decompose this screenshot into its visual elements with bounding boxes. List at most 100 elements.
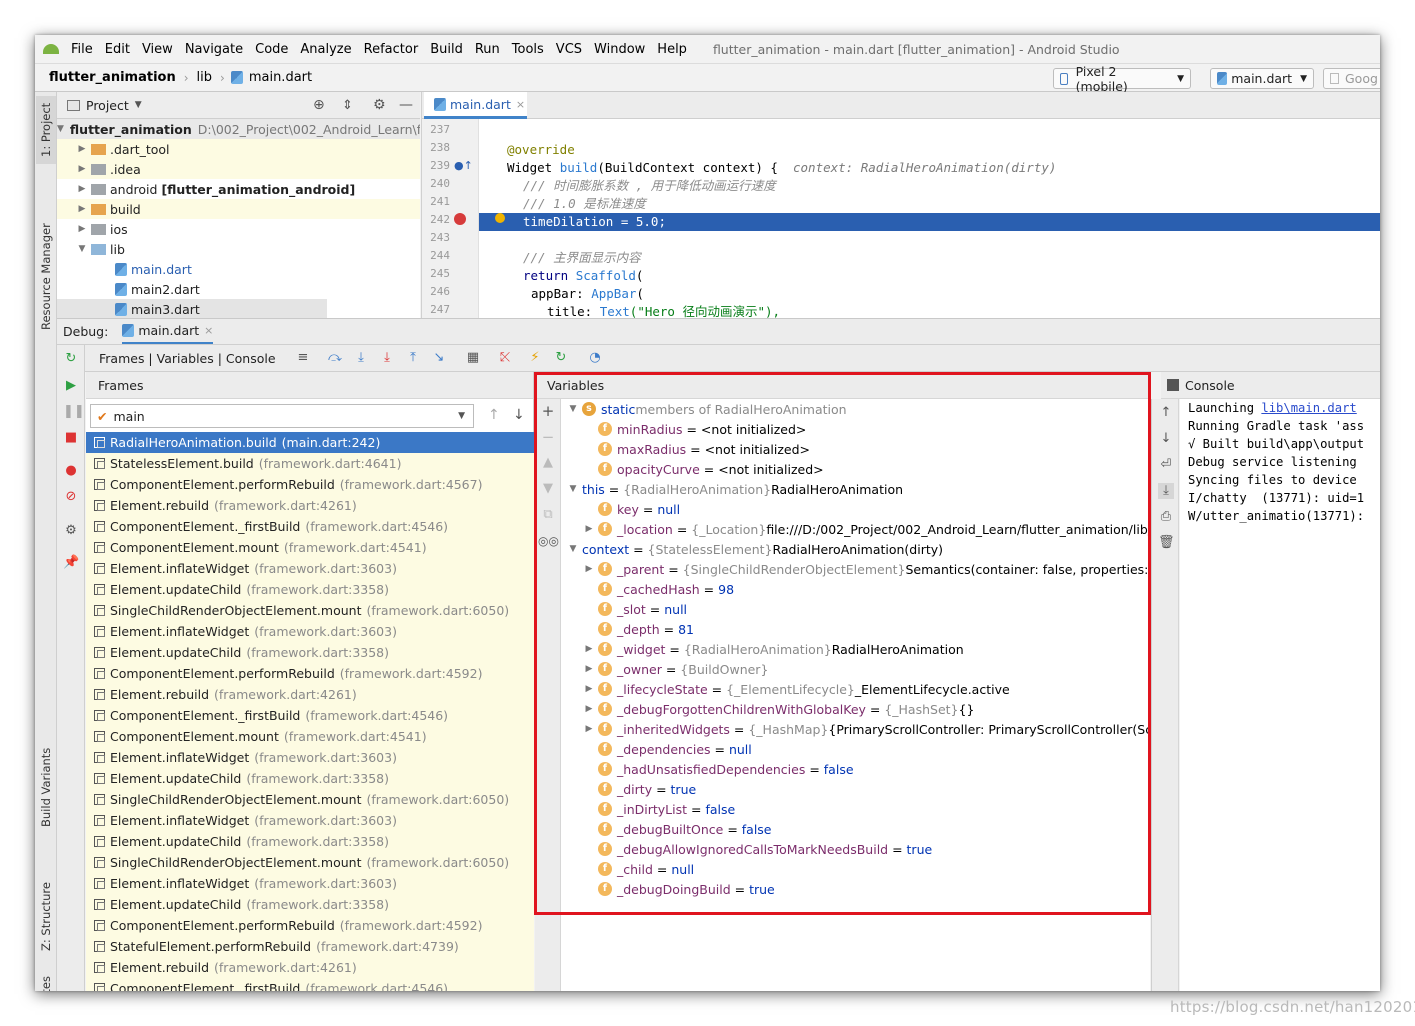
collapse-icon[interactable]: ⇕ [342, 98, 353, 113]
frame-row[interactable]: ComponentElement._firstBuild (framework.d… [86, 705, 534, 726]
variable-row[interactable]: ▶ f _location = {_Location} file:///D:/002… [583, 519, 1150, 539]
move-up-icon[interactable]: ▲ [540, 455, 556, 471]
devtools-icon[interactable]: ◔ [587, 350, 603, 366]
frame-row[interactable]: Element.rebuild (framework.dart:4261) [86, 957, 534, 978]
tree-item-root[interactable]: ▼ flutter_animation D:\002_Project\002_A… [57, 119, 420, 139]
arrow-down-icon[interactable]: ↓ [513, 407, 525, 423]
tree-item-android[interactable]: ▶ android [flutter_animation_android] [57, 179, 420, 199]
google-device-selector[interactable]: Goog [1323, 68, 1380, 89]
expand-arrow-icon[interactable]: ▶ [583, 664, 595, 674]
variable-row[interactable]: ▶ f _widget = {RadialHeroAnimation} Radial… [583, 639, 964, 659]
tree-item-main3-dart[interactable]: main3.dart [57, 299, 327, 318]
variable-row[interactable]: f _child = null [583, 859, 694, 879]
menu-code[interactable]: Code [249, 42, 294, 57]
evaluate-icon[interactable]: ▦ [465, 350, 481, 366]
copy-icon[interactable]: ⧉ [540, 507, 556, 523]
device-selector[interactable]: Pixel 2 (mobile) ▼ [1053, 64, 1191, 94]
close-icon[interactable]: × [516, 98, 525, 111]
tab-favorites[interactable]: Favorites [36, 972, 56, 991]
console-link[interactable]: lib\main.dart [1261, 401, 1356, 415]
dropdown-icon[interactable]: ▼ [135, 100, 142, 110]
expand-arrow-icon[interactable]: ▶ [583, 704, 595, 714]
frame-row[interactable]: ComponentElement.mount (framework.dart:45… [86, 537, 534, 558]
variable-row[interactable]: ▶ f _parent = {SingleChildRenderObjectElem… [583, 559, 1150, 579]
variable-row[interactable]: f _cachedHash = 98 [583, 579, 734, 599]
step-out-icon[interactable]: ⤒ [405, 350, 421, 366]
frame-row[interactable]: ComponentElement.performRebuild (framewor… [86, 915, 534, 936]
expand-arrow-icon[interactable]: ▶ [75, 144, 89, 154]
hot-restart-icon[interactable]: ↻ [553, 350, 569, 366]
expand-arrow-icon[interactable]: ▶ [75, 184, 89, 194]
arrow-down-icon[interactable]: ↓ [1158, 431, 1174, 447]
variable-row[interactable]: f _debugBuiltOnce = false [583, 819, 772, 839]
tree-item-main-dart[interactable]: main.dart [57, 259, 420, 279]
run-config-selector[interactable]: main.dart ▼ [1210, 68, 1314, 89]
tab-build-variants[interactable]: Build Variants [36, 732, 56, 842]
debug-tab-main-dart[interactable]: main.dart × [122, 319, 214, 344]
tree-item-lib[interactable]: ▼ lib [57, 239, 420, 259]
variable-row[interactable]: f _dirty = true [583, 779, 696, 799]
tree-item-ios[interactable]: ▶ ios [57, 219, 420, 239]
variable-row[interactable]: f _slot = null [583, 599, 687, 619]
expand-arrow-icon[interactable]: ▼ [75, 244, 89, 254]
expand-arrow-icon[interactable]: ▶ [583, 644, 595, 654]
remove-watch-icon[interactable]: − [540, 429, 556, 445]
code-area[interactable]: @override Widget build(BuildContext cont… [479, 119, 1380, 318]
frame-row[interactable]: ComponentElement.mount (framework.dart:45… [86, 726, 534, 747]
variable-row[interactable]: f maxRadius = <not initialized> [583, 439, 810, 459]
frame-row[interactable]: Element.updateChild (framework.dart:3358) [86, 831, 534, 852]
menu-edit[interactable]: Edit [99, 42, 136, 57]
expand-arrow-icon[interactable]: ▶ [75, 164, 89, 174]
view-breakpoints-icon[interactable]: ● [63, 463, 79, 479]
menu-refactor[interactable]: Refactor [358, 42, 425, 57]
expand-arrow-icon[interactable]: ▶ [583, 684, 595, 694]
stop-icon[interactable]: ■ [63, 430, 79, 446]
print-icon[interactable]: ⎙ [1158, 509, 1174, 525]
expand-arrow-icon[interactable]: ▶ [583, 524, 595, 534]
glasses-icon[interactable]: ◎◎ [538, 533, 559, 549]
menu-navigate[interactable]: Navigate [179, 42, 249, 57]
frame-row[interactable]: SingleChildRenderObjectElement.mount (fra… [86, 600, 534, 621]
variable-row[interactable]: f _dependencies = null [583, 739, 752, 759]
rerun-icon[interactable]: ↻ [63, 351, 79, 367]
breakpoint-icon[interactable] [454, 213, 466, 225]
frame-row[interactable]: Element.updateChild (framework.dart:3358) [86, 642, 534, 663]
force-step-into-icon[interactable]: ⤓ [379, 350, 395, 366]
frame-row[interactable]: Element.inflateWidget (framework.dart:360… [86, 873, 534, 894]
soft-wrap-icon[interactable]: ⏎ [1158, 457, 1174, 473]
menu-file[interactable]: File [65, 42, 99, 57]
expand-arrow-icon[interactable]: ▶ [583, 724, 595, 734]
variable-row[interactable]: f _hadUnsatisfiedDependencies = false [583, 759, 854, 779]
variable-row[interactable]: f opacityCurve = <not initialized> [583, 459, 824, 479]
frame-row[interactable]: Element.inflateWidget (framework.dart:360… [86, 810, 534, 831]
tree-item-dart-tool[interactable]: ▶ .dart_tool [57, 139, 420, 159]
frame-row[interactable]: StatefulElement.performRebuild (framework… [86, 936, 534, 957]
menu-view[interactable]: View [136, 42, 179, 57]
variable-row[interactable]: ▶ f _inheritedWidgets = {_HashMap} {Primar… [583, 719, 1150, 739]
variable-row[interactable]: ▼ this = {RadialHeroAnimation} RadialHero… [567, 479, 904, 499]
frame-row[interactable]: Element.updateChild (framework.dart:3358) [86, 768, 534, 789]
intention-bulb-icon[interactable] [495, 213, 505, 223]
menu-window[interactable]: Window [588, 42, 651, 57]
frame-row[interactable]: ComponentElement.performRebuild (framewor… [86, 663, 534, 684]
close-icon[interactable]: × [204, 324, 213, 337]
run-to-cursor-icon[interactable]: ↘ [431, 350, 447, 366]
frame-row[interactable]: Element.rebuild (framework.dart:4261) [86, 684, 534, 705]
pin-icon[interactable]: 📌 [63, 555, 79, 571]
override-icon[interactable]: ●↑ [454, 159, 473, 172]
move-down-icon[interactable]: ▼ [540, 481, 556, 497]
frame-row[interactable]: StatelessElement.build (framework.dart:46… [86, 453, 534, 474]
trash-icon[interactable]: 🗑 [1158, 535, 1175, 551]
variable-row[interactable]: f _depth = 81 [583, 619, 694, 639]
tree-item-main2-dart[interactable]: main2.dart [57, 279, 420, 299]
frame-row[interactable]: Element.updateChild (framework.dart:3358) [86, 894, 534, 915]
variable-row[interactable]: f _debugDoingBuild = true [583, 879, 775, 899]
variable-row[interactable]: ▶ f _lifecycleState = {_ElementLifecycle} … [583, 679, 1010, 699]
frame-row[interactable]: Element.rebuild (framework.dart:4261) [86, 495, 534, 516]
expand-arrow-icon[interactable]: ▶ [583, 564, 595, 574]
menu-vcs[interactable]: VCS [550, 42, 588, 57]
arrow-up-icon[interactable]: ↑ [488, 407, 500, 423]
frame-row[interactable]: ComponentElement.performRebuild (framewor… [86, 474, 534, 495]
add-watch-icon[interactable]: + [540, 403, 556, 419]
hamburger-icon[interactable]: ≡ [295, 350, 311, 366]
